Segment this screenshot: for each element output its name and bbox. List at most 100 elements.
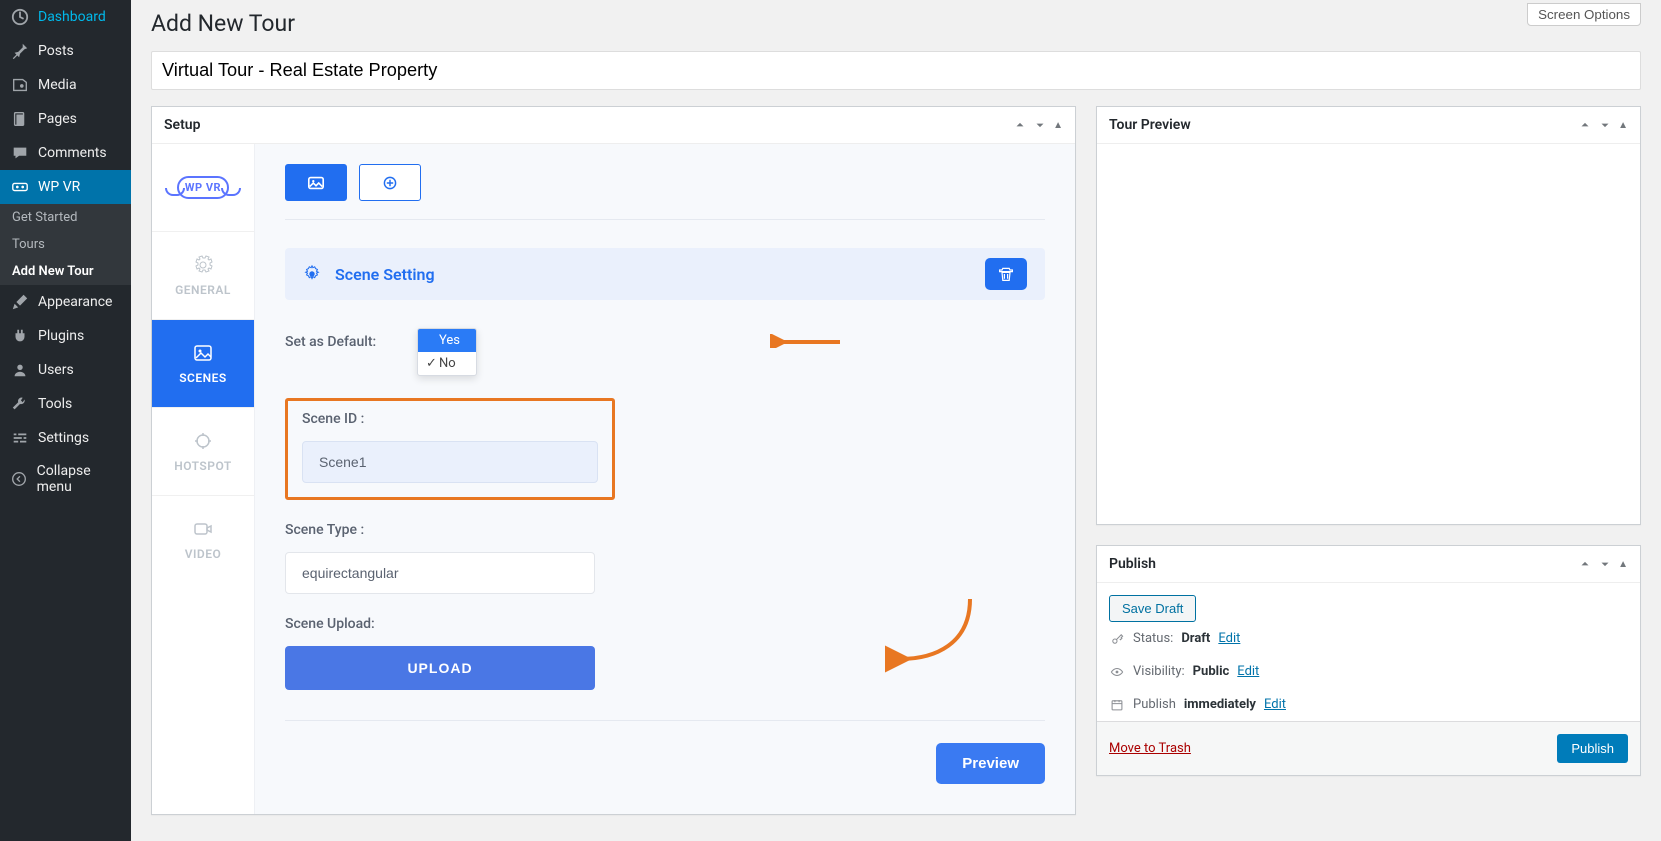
sidebar-item-plugins[interactable]: Plugins [0, 319, 131, 353]
annotation-arrow-icon [770, 334, 840, 348]
sidebar-item-users[interactable]: Users [0, 353, 131, 387]
tour-preview-metabox: Tour Preview ▲ [1096, 106, 1641, 525]
tab-scenes[interactable]: SCENES [152, 320, 254, 408]
select-option-no[interactable]: ✓No [418, 352, 476, 375]
pin-icon [10, 42, 30, 60]
eye-icon [1109, 665, 1125, 679]
target-icon [193, 431, 213, 451]
chevron-up-icon[interactable] [1578, 557, 1592, 571]
sidebar-label: Pages [38, 111, 77, 127]
sidebar-item-wpvr[interactable]: WP VR [0, 170, 131, 204]
tab-content-scenes: Scene Setting Set as Default: [254, 144, 1075, 814]
delete-scene-button[interactable] [985, 258, 1027, 290]
sidebar-label: Collapse menu [37, 463, 123, 495]
sliders-icon [10, 429, 30, 447]
collapse-icon [10, 470, 29, 488]
wpvr-submenu: Get Started Tours Add New Tour [0, 204, 131, 285]
visibility-edit-link[interactable]: Edit [1237, 664, 1259, 679]
add-scene-button[interactable] [359, 164, 421, 201]
sidebar-item-tools[interactable]: Tools [0, 387, 131, 421]
publish-button[interactable]: Publish [1557, 734, 1628, 763]
chevron-up-icon[interactable] [1578, 118, 1592, 132]
move-to-trash-link[interactable]: Move to Trash [1109, 741, 1191, 756]
brush-icon [10, 293, 30, 311]
scene-image-tab-button[interactable] [285, 164, 347, 201]
scene-setting-label: Scene Setting [335, 265, 435, 284]
save-draft-button[interactable]: Save Draft [1109, 595, 1196, 622]
toggle-panel-icon[interactable]: ▲ [1618, 120, 1628, 131]
visibility-label: Visibility: [1133, 664, 1185, 679]
submenu-get-started[interactable]: Get Started [0, 204, 131, 231]
sidebar-item-dashboard[interactable]: Dashboard [0, 0, 131, 34]
chevron-up-icon[interactable] [1013, 118, 1027, 132]
scene-id-input[interactable] [302, 441, 598, 483]
vr-icon [10, 178, 30, 196]
publish-metabox: Publish ▲ Save Draft Status: Draft [1096, 545, 1641, 776]
gear-icon [303, 265, 321, 283]
comment-icon [10, 144, 30, 162]
sidebar-label: Users [38, 362, 74, 378]
schedule-edit-link[interactable]: Edit [1264, 697, 1286, 712]
scene-type-label: Scene Type : [285, 522, 1045, 538]
scene-id-label: Scene ID : [302, 411, 598, 427]
schedule-label: Publish [1133, 697, 1176, 712]
tab-general[interactable]: GENERAL [152, 232, 254, 320]
plug-icon [10, 327, 30, 345]
trash-icon [998, 266, 1014, 282]
sidebar-item-settings[interactable]: Settings [0, 421, 131, 455]
active-arrow-icon [131, 179, 139, 195]
tab-label: SCENES [179, 371, 227, 385]
sidebar-label: WP VR [38, 179, 80, 195]
chevron-down-icon[interactable] [1033, 118, 1047, 132]
chevron-down-icon[interactable] [1598, 118, 1612, 132]
vertical-tabs: WP VR GENERAL [152, 144, 254, 814]
sidebar-item-posts[interactable]: Posts [0, 34, 131, 68]
upload-button[interactable]: UPLOAD [285, 646, 595, 690]
preview-scene-button[interactable]: Preview [936, 743, 1045, 784]
sidebar-label: Settings [38, 430, 89, 446]
status-value: Draft [1181, 631, 1210, 646]
sidebar-label: Dashboard [38, 9, 106, 25]
plus-icon [382, 175, 398, 191]
screen-options-button[interactable]: Screen Options [1527, 3, 1641, 26]
status-label: Status: [1133, 631, 1173, 646]
calendar-icon [1109, 698, 1125, 712]
visibility-value: Public [1193, 664, 1230, 679]
dashboard-icon [10, 8, 30, 26]
admin-sidebar: Dashboard Posts Media Pages Comments [0, 0, 131, 841]
sidebar-label: Comments [38, 145, 107, 161]
tour-preview-heading: Tour Preview [1109, 117, 1191, 133]
setup-metabox: Setup ▲ WP VR [151, 106, 1076, 815]
chevron-down-icon[interactable] [1598, 557, 1612, 571]
gear-icon [193, 255, 213, 275]
status-edit-link[interactable]: Edit [1218, 631, 1240, 646]
sidebar-label: Appearance [38, 294, 112, 310]
tab-hotspot[interactable]: HOTSPOT [152, 408, 254, 496]
sidebar-label: Posts [38, 43, 74, 59]
sidebar-item-appearance[interactable]: Appearance [0, 285, 131, 319]
sidebar-item-collapse[interactable]: Collapse menu [0, 455, 131, 503]
page-title: Add New Tour [151, 10, 295, 37]
sidebar-item-pages[interactable]: Pages [0, 102, 131, 136]
key-icon [1109, 632, 1125, 646]
tab-label: GENERAL [175, 283, 231, 297]
video-icon [193, 519, 213, 539]
tab-label: VIDEO [185, 547, 222, 561]
submenu-add-new-tour[interactable]: Add New Tour [0, 258, 131, 285]
media-icon [10, 76, 30, 94]
submenu-tours[interactable]: Tours [0, 231, 131, 258]
toggle-panel-icon[interactable]: ▲ [1053, 120, 1063, 131]
annotation-curved-arrow-icon [885, 594, 975, 674]
scene-type-input[interactable] [285, 552, 595, 594]
tour-preview-body [1097, 144, 1640, 524]
toggle-panel-icon[interactable]: ▲ [1618, 559, 1628, 570]
tour-title-input[interactable] [151, 51, 1641, 90]
default-field-row: Set as Default: Yes ✓No [285, 328, 1045, 376]
select-option-yes[interactable]: Yes [418, 329, 476, 352]
sidebar-item-comments[interactable]: Comments [0, 136, 131, 170]
sidebar-label: Media [38, 77, 77, 93]
set-default-select[interactable]: Yes ✓No [417, 328, 477, 376]
tab-video[interactable]: VIDEO [152, 496, 254, 584]
page-icon [10, 110, 30, 128]
sidebar-item-media[interactable]: Media [0, 68, 131, 102]
